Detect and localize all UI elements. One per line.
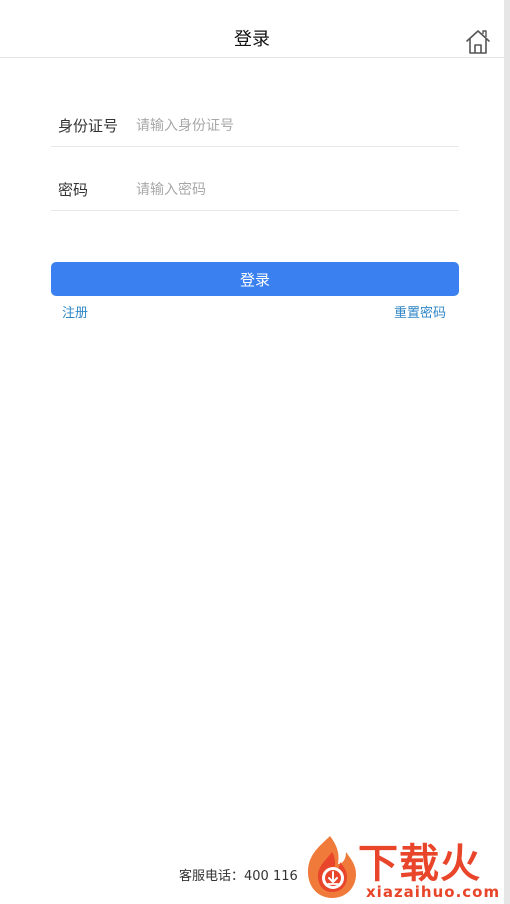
id-number-label: 身份证号 xyxy=(58,117,119,135)
login-screen: 登录 身份证号 密码 登录 注册 重置密码 客服电话：400 116 xyxy=(0,0,510,904)
scroll-edge xyxy=(504,0,510,904)
flame-logo-icon xyxy=(308,836,356,898)
watermark-domain: xiazaihuo.com xyxy=(366,883,501,901)
password-input[interactable] xyxy=(136,178,446,202)
service-phone: 客服电话：400 116 xyxy=(179,869,298,884)
reset-password-link[interactable]: 重置密码 xyxy=(394,305,446,323)
password-row: 密码 xyxy=(51,148,459,211)
home-icon xyxy=(466,30,490,54)
register-link[interactable]: 注册 xyxy=(62,305,88,323)
password-label: 密码 xyxy=(58,181,89,199)
id-number-row: 身份证号 xyxy=(51,84,459,147)
home-button[interactable] xyxy=(464,28,492,56)
watermark-logo: 下载火 xiazaihuo.com xyxy=(300,832,504,902)
id-number-input[interactable] xyxy=(136,114,446,138)
page-title: 登录 xyxy=(234,29,270,50)
login-button[interactable]: 登录 xyxy=(51,262,459,296)
watermark-brand: 下载火 xyxy=(358,841,481,887)
app-header: 登录 xyxy=(0,0,504,58)
